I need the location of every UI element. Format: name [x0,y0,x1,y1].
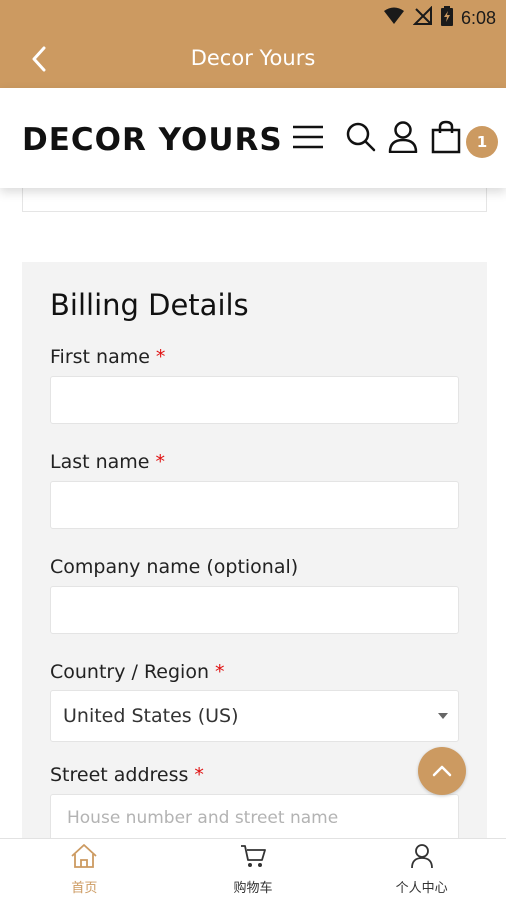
billing-form: Billing Details First name * Last name * C… [22,262,487,842]
status-time: 6:08 [460,7,496,28]
account-button[interactable] [386,121,420,157]
scroll-to-top-button[interactable] [418,747,466,795]
site-logo[interactable]: DECOR YOURS [22,122,283,158]
bottom-nav: 首页 购物车 个人中心 [0,838,506,900]
chevron-up-icon [432,762,452,781]
street-label: Street address * [50,764,204,786]
company-input[interactable] [50,586,459,634]
street-address-input[interactable] [50,794,459,842]
battery-icon [440,6,453,30]
dropdown-arrow-icon [438,713,448,719]
first-name-input[interactable] [50,376,459,424]
shopping-bag-icon [430,120,462,158]
country-label: Country / Region * [50,661,225,683]
no-signal-icon [412,5,433,30]
menu-button[interactable] [290,122,326,156]
nav-label-home: 首页 [71,881,98,896]
search-icon [346,122,376,156]
required-marker: * [194,764,204,786]
street-label-text: Street address [50,764,189,786]
app-title: Decor Yours [190,46,316,70]
status-bar: 6:08 [0,0,506,34]
company-label-text: Company name (optional) [50,556,299,578]
nav-item-home[interactable]: 首页 [0,839,169,900]
last-name-input[interactable] [50,481,459,529]
site-header: DECOR YOURS [0,88,506,188]
last-name-label: Last name * [50,451,165,473]
first-name-label: First name * [50,346,165,368]
required-marker: * [155,346,166,368]
hamburger-menu-icon [292,125,324,153]
country-selected-value: United States (US) [63,705,239,727]
cart-icon [239,843,267,873]
last-name-label-text: Last name [50,451,150,473]
country-select[interactable]: United States (US) [50,690,459,742]
cart-count-badge[interactable]: 1 [466,126,498,158]
cart-button[interactable] [428,120,464,158]
company-label: Company name (optional) [50,556,298,578]
nav-item-cart[interactable]: 购物车 [169,839,338,900]
search-button[interactable] [344,122,378,156]
billing-title: Billing Details [50,288,249,322]
nav-label-cart: 购物车 [233,881,273,896]
status-icons: 6:08 [383,5,496,30]
nav-label-profile: 个人中心 [395,881,448,896]
required-marker: * [155,451,166,473]
wifi-icon [383,7,405,29]
user-icon [388,121,418,157]
user-icon [410,843,434,873]
country-label-text: Country / Region [50,661,210,683]
app-bar: Decor Yours [0,34,506,88]
first-name-label-text: First name [50,346,150,368]
required-marker: * [215,661,225,683]
home-icon [70,843,98,873]
nav-item-profile[interactable]: 个人中心 [337,839,506,900]
